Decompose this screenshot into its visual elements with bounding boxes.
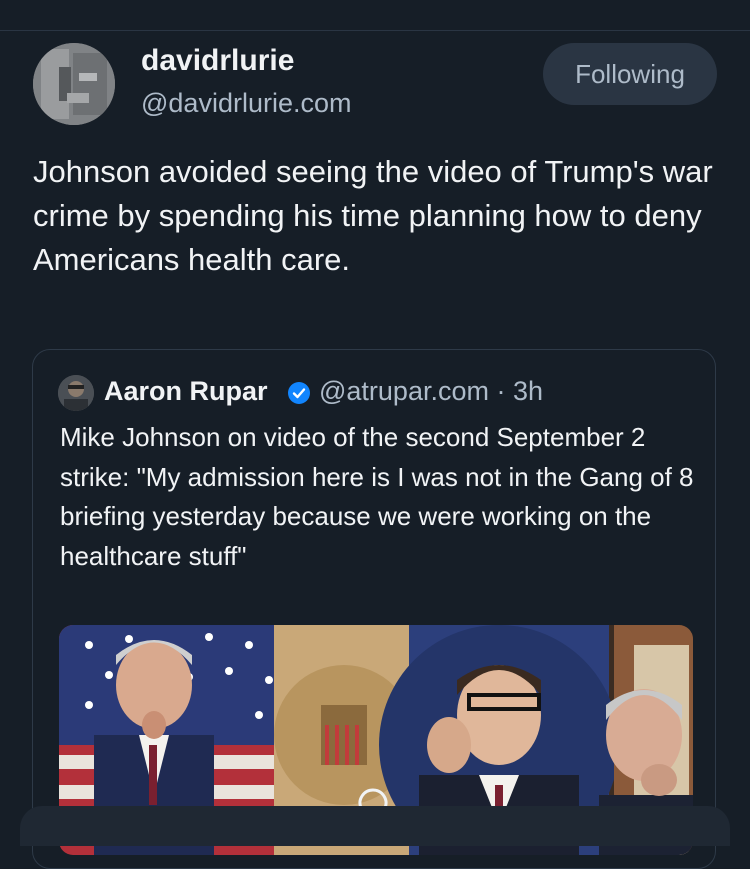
avatar-image — [33, 43, 115, 125]
next-post-preview[interactable] — [20, 806, 730, 846]
following-button[interactable]: Following — [543, 43, 717, 105]
verified-check-icon — [288, 382, 310, 404]
quoted-avatar-image — [58, 375, 94, 411]
quoted-post-text: Mike Johnson on video of the second Sept… — [60, 422, 694, 571]
quoted-author-name[interactable]: Aaron Rupar — [104, 376, 268, 407]
top-divider — [0, 30, 750, 31]
quoted-author-avatar[interactable] — [58, 375, 94, 411]
quoted-author-meta[interactable]: @atrupar.com · 3h — [319, 376, 543, 407]
post-text: Johnson avoided seeing the video of Trum… — [33, 154, 713, 277]
author-handle[interactable]: @davidrlurie.com — [141, 88, 351, 119]
author-display-name[interactable]: davidrlurie — [141, 44, 294, 78]
author-avatar[interactable] — [33, 43, 115, 125]
